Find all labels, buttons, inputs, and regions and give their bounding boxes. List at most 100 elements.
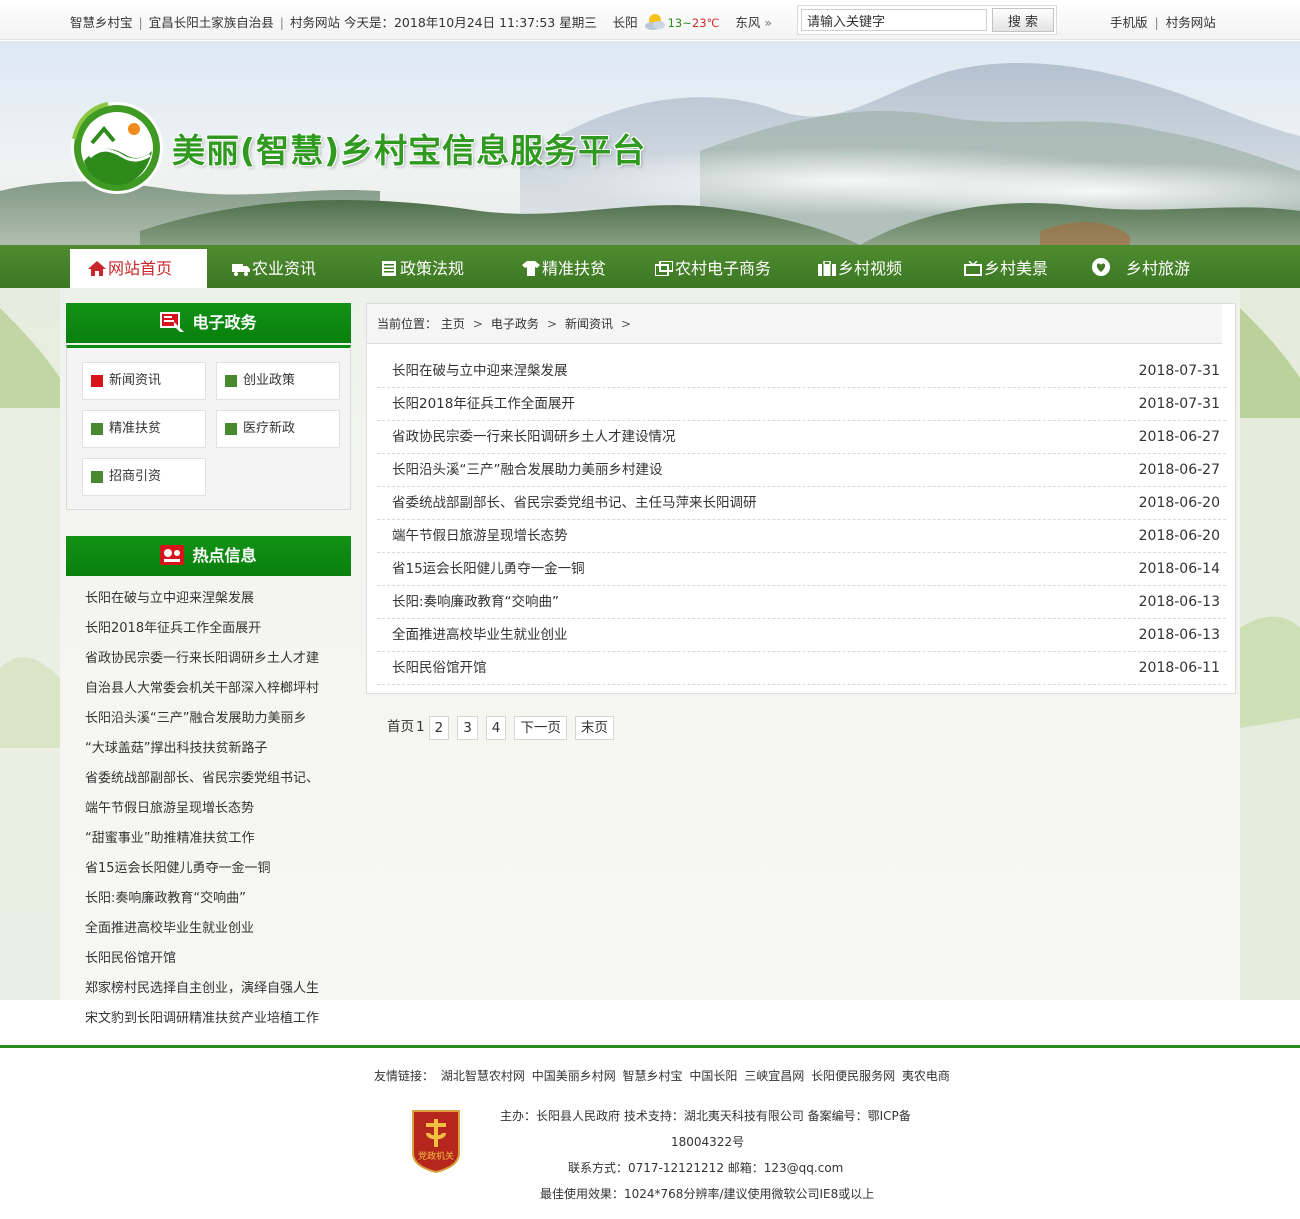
news-title[interactable]: 省15运会长阳健儿勇夺一金一铜 [392,561,585,577]
hot-item[interactable]: 长阳在破与立中迎来涅槃发展 [85,584,345,614]
county-link[interactable]: 宜昌长阳土家族自治县 [149,15,274,30]
search-button[interactable]: 搜 索 [992,8,1054,32]
more-weather-icon[interactable]: » [764,15,772,30]
news-list: 长阳在破与立中迎来涅槃发展 2018-07-31 长阳2018年征兵工作全面展开 2… [377,355,1226,685]
news-item[interactable]: 端午节假日旅游呈现增长态势 2018-06-20 [377,520,1226,553]
site-logo[interactable] [68,99,166,197]
news-item[interactable]: 全面推进高校毕业生就业创业 2018-06-13 [377,619,1226,652]
footer: 友情链接： 湖北智慧农村网 中国美丽乡村网 智慧乡村宝 中国长阳 三峡宜昌网 长… [0,1045,1300,1219]
friend-link[interactable]: 三峡宜昌网 [744,1069,804,1083]
breadcrumb-news[interactable]: 新闻资讯 [565,317,613,331]
egov-item-poverty[interactable]: 精准扶贫 [82,410,206,448]
site-name-link[interactable]: 智慧乡村宝 [70,15,133,30]
weather-city: 长阳 [612,15,638,30]
pager-page-2[interactable]: 2 [428,716,450,740]
news-date: 2018-06-11 [1138,660,1220,676]
friend-link[interactable]: 湖北智慧农村网 [441,1069,525,1083]
news-item[interactable]: 长阳2018年征兵工作全面展开 2018-07-31 [377,388,1226,421]
news-title[interactable]: 长阳民俗馆开馆 [392,660,487,676]
header-banner: 美丽(智慧)乡村宝信息服务平台 [0,41,1300,245]
news-title[interactable]: 省委统战部副部长、省民宗委党组书记、主任马萍来长阳调研 [392,495,757,511]
mobile-version-link[interactable]: 手机版 [1110,15,1148,30]
hot-item[interactable]: “大球盖菇”撑出科技扶贫新路子 [85,734,345,764]
hot-item[interactable]: 长阳民俗馆开馆 [85,944,345,974]
news-title[interactable]: 长阳:奏响廉政教育“交响曲” [392,594,559,610]
hot-item[interactable]: 端午节假日旅游呈现增长态势 [85,794,345,824]
nav-item-home[interactable]: 网站首页 [70,249,207,288]
pager-current: 1 [416,719,425,735]
news-item[interactable]: 长阳在破与立中迎来涅槃发展 2018-07-31 [377,355,1226,388]
nav-item-poverty[interactable]: 精准扶贫 [522,249,606,288]
red-square-icon [91,375,103,387]
footer-best-view: 最佳使用效果：1024*768分辨率/建议使用微软公司IE8或以上 [540,1187,875,1201]
hot-item[interactable]: 省15运会长阳健儿勇夺一金一铜 [85,854,345,884]
hot-item[interactable]: 省委统战部副部长、省民宗委党组书记、 [85,764,345,794]
nav-item-tourism[interactable]: 乡村旅游 [1092,249,1190,288]
search-input[interactable] [801,9,987,31]
hot-item[interactable]: “甜蜜事业”助推精准扶贫工作 [85,824,345,854]
hot-item[interactable]: 自治县人大常委会机关干部深入梓榔坪村 [85,674,345,704]
news-date: 2018-06-20 [1138,495,1220,511]
pagination: 首页 1 2 3 4 下一页 末页 [387,716,614,740]
hot-item[interactable]: 郑家榜村民选择自主创业，演绎自强人生 [85,974,345,1004]
friend-link[interactable]: 中国长阳 [689,1069,737,1083]
egov-item-startup[interactable]: 创业政策 [216,362,340,400]
news-item[interactable]: 省政协民宗委一行来长阳调研乡土人才建设情况 2018-06-27 [377,421,1226,454]
friend-links-label: 友情链接： [374,1069,435,1083]
news-title[interactable]: 省政协民宗委一行来长阳调研乡土人才建设情况 [392,429,676,445]
news-date: 2018-07-31 [1138,363,1220,379]
news-title[interactable]: 长阳2018年征兵工作全面展开 [392,396,575,412]
egov-item-investment[interactable]: 招商引资 [82,458,206,496]
breadcrumb-egov[interactable]: 电子政务 [491,317,539,331]
hot-item[interactable]: 长阳:奏响廉政教育“交响曲” [85,884,345,914]
nav-item-video[interactable]: 乡村视频 [818,249,902,288]
news-item[interactable]: 省委统战部副部长、省民宗委党组书记、主任马萍来长阳调研 2018-06-20 [377,487,1226,520]
news-date: 2018-06-14 [1138,561,1220,577]
green-square-icon [91,471,103,483]
breadcrumb-home[interactable]: 主页 [441,317,465,331]
news-date: 2018-06-13 [1138,627,1220,643]
nav-item-agri-news[interactable]: 农业资讯 [232,249,316,288]
news-title[interactable]: 端午节假日旅游呈现增长态势 [392,528,568,544]
pager-next[interactable]: 下一页 [514,716,567,740]
pager-page-4[interactable]: 4 [485,716,507,740]
friend-link[interactable]: 夷农电商 [902,1069,950,1083]
news-item[interactable]: 长阳沿头溪“三产”融合发展助力美丽乡村建设 2018-06-27 [377,454,1226,487]
news-item[interactable]: 长阳民俗馆开馆 2018-06-11 [377,652,1226,685]
pager-page-3[interactable]: 3 [457,716,478,740]
news-title[interactable]: 长阳沿头溪“三产”融合发展助力美丽乡村建设 [392,462,663,478]
temperature: 13~23℃ [667,16,720,30]
pager-first[interactable]: 首页 [387,716,414,740]
home-icon [88,251,106,276]
footer-host: 主办：长阳县人民政府 技术支持：湖北夷天科技有限公司 备案编号：鄂ICP备 [500,1109,911,1123]
friend-link[interactable]: 中国美丽乡村网 [532,1069,616,1083]
hot-info-header: 热点信息 [66,536,351,576]
current-datetime: 2018年10月24日 11:37:53 星期三 [393,15,597,30]
green-square-icon [91,423,103,435]
hot-item[interactable]: 省政协民宗委一行来长阳调研乡土人才建 [85,644,345,674]
search-box: 搜 索 [797,5,1057,35]
egov-item-news[interactable]: 新闻资讯 [82,362,206,400]
news-item[interactable]: 长阳:奏响廉政教育“交响曲” 2018-06-13 [377,586,1226,619]
news-date: 2018-06-20 [1138,528,1220,544]
nav-item-ecommerce[interactable]: 农村电子商务 [654,249,771,288]
egov-item-medical[interactable]: 医疗新政 [216,410,340,448]
hot-item[interactable]: 宋文豹到长阳调研精准扶贫产业培植工作 [85,1004,345,1034]
hot-item[interactable]: 长阳沿头溪“三产”融合发展助力美丽乡 [85,704,345,734]
top-bar: 智慧乡村宝 | 宜昌长阳土家族自治县 | 村务网站 今天是：2018年10月24日 11… [0,0,1300,40]
date-prefix: 今天是： [343,15,394,30]
party-gov-badge[interactable]: 党政机关 [409,1109,463,1174]
news-title[interactable]: 长阳在破与立中迎来涅槃发展 [392,363,568,379]
friend-links: 友情链接： 湖北智慧农村网 中国美丽乡村网 智慧乡村宝 中国长阳 三峡宜昌网 长… [374,1067,953,1084]
friend-link[interactable]: 智慧乡村宝 [623,1069,683,1083]
nav-item-scenery[interactable]: 乡村美景 [964,249,1048,288]
news-title[interactable]: 全面推进高校毕业生就业创业 [392,627,568,643]
news-item[interactable]: 省15运会长阳健儿勇夺一金一铜 2018-06-14 [377,553,1226,586]
friend-link[interactable]: 长阳便民服务网 [811,1069,895,1083]
nav-item-policy[interactable]: 政策法规 [380,249,464,288]
village-site-link[interactable]: 村务网站 [290,15,340,30]
village-affairs-link[interactable]: 村务网站 [1166,15,1216,30]
hot-item[interactable]: 长阳2018年征兵工作全面展开 [85,614,345,644]
hot-item[interactable]: 全面推进高校毕业生就业创业 [85,914,345,944]
pager-last[interactable]: 末页 [574,716,614,740]
